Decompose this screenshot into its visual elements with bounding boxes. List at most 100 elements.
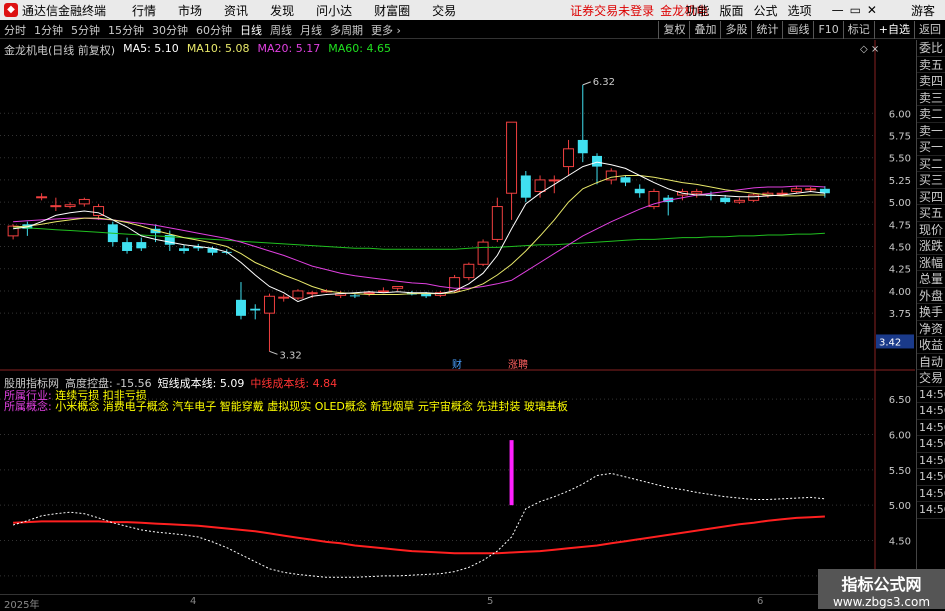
stock-title: 金龙机电(日线 前复权) bbox=[4, 42, 115, 56]
quote-field[interactable]: 外盘 bbox=[917, 288, 945, 305]
period-60min[interactable]: 60分钟 bbox=[192, 22, 236, 38]
back-button[interactable]: 返回 bbox=[914, 21, 945, 39]
guest-label[interactable]: 游客 bbox=[911, 2, 935, 19]
draw-button[interactable]: 画线 bbox=[782, 21, 813, 39]
candle-body bbox=[122, 242, 132, 251]
menu-discover[interactable]: 发现 bbox=[270, 2, 294, 19]
candle-body bbox=[791, 189, 801, 192]
date-axis: 2025年 4 5 6 bbox=[0, 594, 915, 609]
tick-time: 14:56 bbox=[917, 453, 945, 470]
candle-body bbox=[179, 248, 189, 251]
quote-field[interactable]: 买一 bbox=[917, 139, 945, 156]
quote-field[interactable]: 涨幅 bbox=[917, 255, 945, 272]
quote-field[interactable]: 卖二 bbox=[917, 106, 945, 123]
f10-button[interactable]: F10 bbox=[813, 21, 842, 39]
quote-field[interactable]: 自动 bbox=[917, 354, 945, 371]
period-1min[interactable]: 1分钟 bbox=[30, 22, 67, 38]
candle-body bbox=[564, 149, 574, 167]
login-notice[interactable]: 证券交易未登录 bbox=[570, 2, 654, 19]
indicator-name[interactable]: 股朋指标网 bbox=[4, 375, 59, 389]
chart-canvas[interactable]: 6.005.755.505.255.004.754.504.254.003.75… bbox=[0, 40, 915, 609]
candle-body bbox=[250, 309, 260, 311]
period-daily[interactable]: 日线 bbox=[236, 22, 266, 38]
menu-formula[interactable]: 公式 bbox=[754, 2, 778, 19]
price-axis-label: 5.00 bbox=[889, 198, 911, 209]
menu-news[interactable]: 资讯 bbox=[224, 2, 248, 19]
date-label-apr: 4 bbox=[190, 596, 196, 607]
indicator-axis-label: 5.50 bbox=[889, 466, 911, 477]
watermark-url: www.zbgs3.com bbox=[818, 595, 945, 609]
quote-field[interactable]: 净资 bbox=[917, 321, 945, 338]
period-weekly[interactable]: 周线 bbox=[266, 22, 296, 38]
period-multi[interactable]: 多周期 bbox=[326, 22, 367, 38]
control-value: 高度控盘: -15.56 bbox=[65, 375, 152, 389]
price-axis-label: 3.75 bbox=[889, 309, 911, 320]
overlay-button[interactable]: 叠加 bbox=[689, 21, 720, 39]
quote-field[interactable]: 收益 bbox=[917, 337, 945, 354]
menu-market[interactable]: 市场 bbox=[178, 2, 202, 19]
quote-field[interactable]: 买三 bbox=[917, 172, 945, 189]
chart-toolbar: 复权 叠加 多股 统计 画线 F10 标记 +自选 返回 bbox=[658, 21, 945, 39]
period-15min[interactable]: 15分钟 bbox=[104, 22, 148, 38]
tick-time: 14:56 bbox=[917, 502, 945, 519]
multi-stock-button[interactable]: 多股 bbox=[720, 21, 751, 39]
candle-body bbox=[492, 207, 502, 240]
ma5-value: MA5: 5.10 bbox=[123, 42, 179, 56]
candle-body bbox=[549, 180, 559, 181]
candle-body bbox=[578, 140, 588, 153]
period-timeshare[interactable]: 分时 bbox=[0, 22, 30, 38]
menu-layout[interactable]: 版面 bbox=[720, 2, 744, 19]
quote-field[interactable]: 委比 bbox=[917, 40, 945, 57]
menu-wealth[interactable]: 财富圈 bbox=[374, 2, 410, 19]
concept-label: 所属概念: bbox=[4, 400, 52, 413]
event-zhang-label: 涨聘 bbox=[508, 358, 528, 371]
main-info-line: 金龙机电(日线 前复权) MA5: 5.10 MA10: 5.08 MA20: … bbox=[4, 42, 391, 56]
stats-button[interactable]: 统计 bbox=[751, 21, 782, 39]
high-marker bbox=[583, 82, 591, 85]
quote-field[interactable]: 总量 bbox=[917, 271, 945, 288]
period-monthly[interactable]: 月线 bbox=[296, 22, 326, 38]
quote-field[interactable]: 卖五 bbox=[917, 57, 945, 74]
quote-field[interactable]: 买二 bbox=[917, 156, 945, 173]
quote-field[interactable]: 涨跌 bbox=[917, 238, 945, 255]
short-cost-value: 短线成本线: 5.09 bbox=[158, 375, 245, 389]
menu-trade[interactable]: 交易 bbox=[432, 2, 456, 19]
date-label-jun: 6 bbox=[757, 596, 763, 607]
candle-body bbox=[464, 264, 474, 277]
adjust-button[interactable]: 复权 bbox=[658, 21, 689, 39]
candle-body bbox=[478, 242, 488, 264]
menu-ask[interactable]: 问小达 bbox=[316, 2, 352, 19]
chart-options-icon: ◇ ⨯ bbox=[860, 44, 879, 55]
mark-button[interactable]: 标记 bbox=[843, 21, 874, 39]
quote-field[interactable]: 卖一 bbox=[917, 123, 945, 140]
price-axis-label: 5.50 bbox=[889, 154, 911, 165]
candle-body bbox=[293, 291, 303, 298]
ma20-value: MA20: 5.17 bbox=[258, 42, 321, 56]
period-5min[interactable]: 5分钟 bbox=[67, 22, 104, 38]
period-30min[interactable]: 30分钟 bbox=[148, 22, 192, 38]
quote-field[interactable]: 换手 bbox=[917, 304, 945, 321]
low-marker bbox=[269, 351, 277, 354]
indicator-axis-label: 4.50 bbox=[889, 537, 911, 548]
quote-field[interactable]: 卖三 bbox=[917, 90, 945, 107]
candle-body bbox=[79, 199, 89, 203]
price-axis-label: 4.50 bbox=[889, 243, 911, 254]
price-axis-label: 4.25 bbox=[889, 265, 911, 276]
menu-options[interactable]: 选项 bbox=[788, 2, 812, 19]
menu-quotes[interactable]: 行情 bbox=[132, 2, 156, 19]
price-tag-label: 3.42 bbox=[879, 337, 901, 348]
signal-bar bbox=[510, 440, 514, 505]
quote-field[interactable]: 现价 bbox=[917, 222, 945, 239]
quote-field[interactable]: 交易 bbox=[917, 370, 945, 387]
window-controls[interactable]: —▭✕ bbox=[832, 3, 883, 17]
menu-function[interactable]: 功能 bbox=[686, 2, 710, 19]
period-more[interactable]: 更多 › bbox=[367, 22, 405, 38]
candle-body bbox=[350, 295, 360, 296]
candle-body bbox=[621, 177, 631, 182]
add-watchlist-button[interactable]: +自选 bbox=[874, 21, 914, 39]
candle-body bbox=[692, 191, 702, 193]
quote-field[interactable]: 买五 bbox=[917, 205, 945, 222]
candle-body bbox=[264, 296, 274, 313]
quote-field[interactable]: 买四 bbox=[917, 189, 945, 206]
quote-field[interactable]: 卖四 bbox=[917, 73, 945, 90]
